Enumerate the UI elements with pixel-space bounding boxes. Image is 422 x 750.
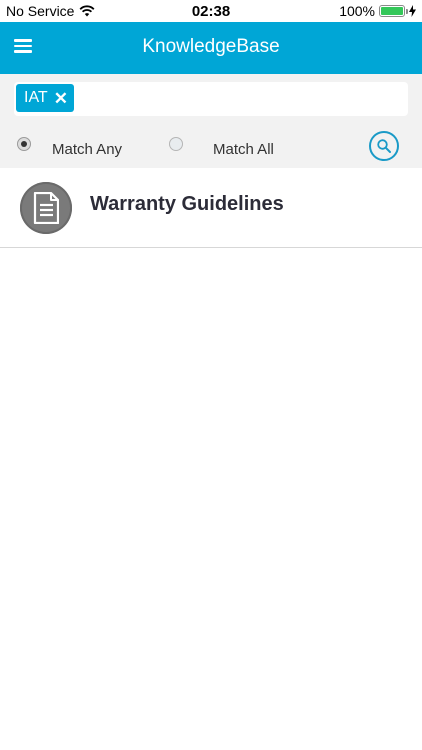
tag-input[interactable]: IAT ✕ xyxy=(14,82,408,116)
status-bar: No Service 02:38 100% xyxy=(0,0,422,22)
tag-label: IAT xyxy=(24,89,48,106)
charging-icon xyxy=(409,5,416,17)
battery-percent: 100% xyxy=(339,3,375,19)
close-icon[interactable]: ✕ xyxy=(54,90,68,107)
page-title: KnowledgeBase xyxy=(142,36,280,57)
article-title: Warranty Guidelines xyxy=(90,193,284,215)
match-any-label[interactable]: Match Any xyxy=(52,141,122,158)
app-header: KnowledgeBase xyxy=(0,22,422,74)
filter-panel: IAT ✕ Match Any Match All xyxy=(0,74,422,168)
tag-chip: IAT ✕ xyxy=(16,84,74,112)
battery-area: 100% xyxy=(339,3,416,19)
document-icon xyxy=(33,192,59,224)
match-any-radio[interactable] xyxy=(17,137,31,151)
avatar xyxy=(20,182,72,234)
match-all-label[interactable]: Match All xyxy=(213,141,274,158)
battery-icon xyxy=(379,5,408,17)
match-all-radio[interactable] xyxy=(169,137,183,151)
match-options: Match Any Match All xyxy=(0,130,422,166)
list-item[interactable]: Warranty Guidelines xyxy=(0,168,422,248)
search-button[interactable] xyxy=(369,131,399,161)
search-icon xyxy=(377,139,391,153)
